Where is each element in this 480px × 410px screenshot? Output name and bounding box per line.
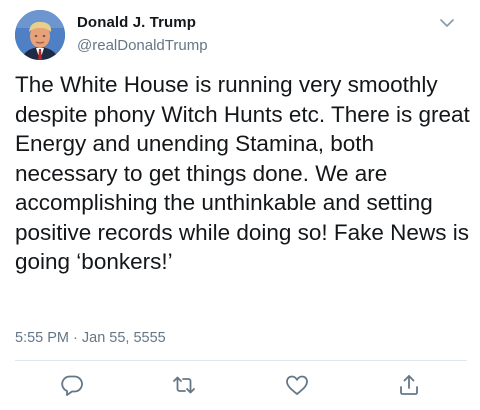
- chevron-down-icon[interactable]: [436, 12, 458, 34]
- divider: [15, 360, 467, 361]
- tweet-timestamp[interactable]: 5:55 PM · Jan 55, 5555: [15, 330, 166, 346]
- share-icon: [400, 375, 418, 395]
- retweet-button[interactable]: [171, 373, 197, 397]
- heart-icon: [286, 375, 308, 395]
- author-name[interactable]: Donald J. Trump: [77, 14, 196, 31]
- reply-icon: [61, 375, 83, 396]
- avatar[interactable]: [15, 10, 65, 60]
- reply-button[interactable]: [59, 373, 85, 397]
- author-handle[interactable]: @realDonaldTrump: [77, 37, 208, 54]
- like-button[interactable]: [284, 373, 310, 397]
- tweet-text: The White House is running very smoothly…: [15, 72, 470, 274]
- tweet-card: Donald J. Trump @realDonaldTrump The Whi…: [0, 0, 480, 410]
- retweet-icon: [173, 376, 195, 394]
- avatar-image: [15, 10, 65, 60]
- share-button[interactable]: [396, 373, 422, 397]
